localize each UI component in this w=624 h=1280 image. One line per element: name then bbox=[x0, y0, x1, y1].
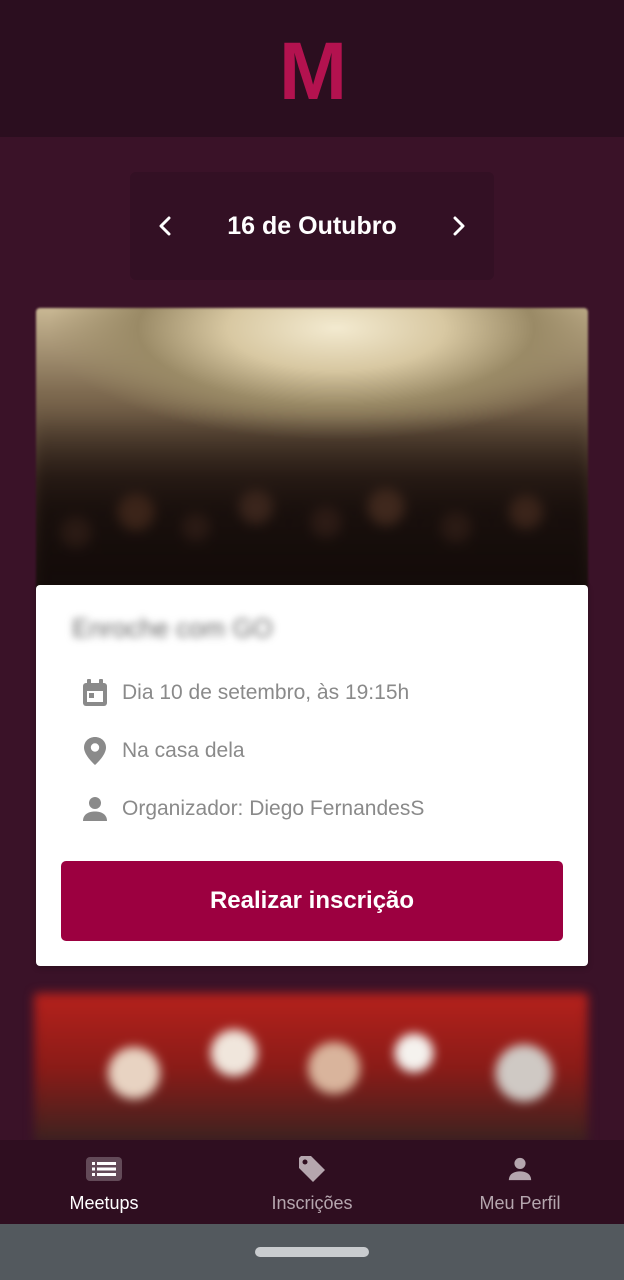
meetup-organizer-text: Organizador: Diego FernandesS bbox=[122, 797, 425, 820]
person-icon bbox=[507, 1151, 533, 1187]
person-icon bbox=[80, 794, 110, 824]
meetup-location-row: Na casa dela bbox=[80, 736, 245, 766]
meetup-date-text: Dia 10 de setembro, às 19:15h bbox=[122, 681, 410, 704]
system-navigation-bar bbox=[0, 1224, 624, 1280]
list-icon bbox=[86, 1151, 122, 1187]
app-header: M bbox=[0, 0, 624, 137]
nav-item-inscricoes[interactable]: Inscrições bbox=[208, 1140, 416, 1224]
subscribe-button[interactable]: Realizar inscrição bbox=[61, 861, 563, 941]
chevron-left-icon bbox=[159, 216, 171, 236]
chevron-right-icon bbox=[453, 216, 465, 236]
bottom-navigation: Meetups Inscrições Meu Perfil bbox=[0, 1140, 624, 1224]
location-pin-icon bbox=[80, 736, 110, 766]
home-gesture-handle[interactable] bbox=[255, 1247, 369, 1257]
calendar-icon bbox=[80, 678, 110, 708]
meetup-card: Enroche com GO Dia 10 de setembro, às 19… bbox=[36, 585, 588, 966]
next-date-button[interactable] bbox=[444, 211, 474, 241]
current-date-label: 16 de Outubro bbox=[227, 211, 397, 240]
next-meetup-banner-image[interactable] bbox=[34, 993, 588, 1143]
tag-icon bbox=[297, 1151, 327, 1187]
date-navigator: 16 de Outubro bbox=[130, 172, 494, 280]
meetup-title: Enroche com GO bbox=[72, 613, 273, 643]
meetup-organizer-row: Organizador: Diego FernandesS bbox=[80, 794, 424, 824]
meetup-location-text: Na casa dela bbox=[122, 739, 245, 762]
nav-label-meetups: Meetups bbox=[69, 1192, 139, 1213]
meetup-banner-image bbox=[36, 308, 588, 592]
nav-label-meu-perfil: Meu Perfil bbox=[479, 1192, 561, 1213]
nav-item-meu-perfil[interactable]: Meu Perfil bbox=[416, 1140, 624, 1224]
previous-date-button[interactable] bbox=[150, 211, 180, 241]
app-logo: M bbox=[278, 25, 347, 117]
crowd-photo bbox=[36, 412, 588, 592]
nav-item-meetups[interactable]: Meetups bbox=[0, 1140, 208, 1224]
nav-label-inscricoes: Inscrições bbox=[271, 1192, 353, 1213]
meetup-date-row: Dia 10 de setembro, às 19:15h bbox=[80, 678, 409, 708]
